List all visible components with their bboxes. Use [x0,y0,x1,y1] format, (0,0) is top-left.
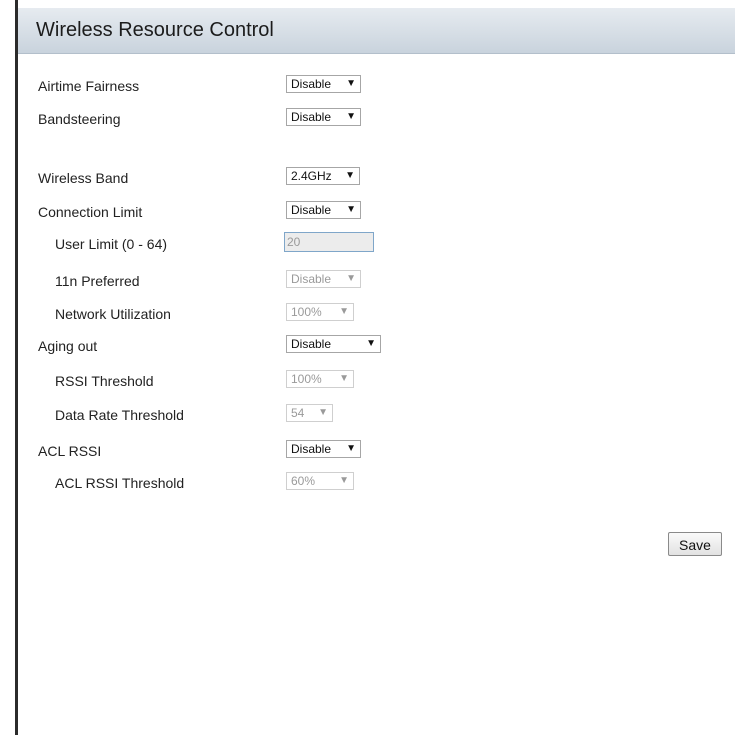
rssi-threshold-value: 100% [291,372,322,386]
chevron-down-icon: ▼ [339,373,349,384]
chevron-down-icon: ▼ [339,475,349,486]
aging-out-label: Aging out [38,338,98,354]
acl-rssi-label: ACL RSSI [38,443,102,459]
user-limit-label: User Limit (0 - 64) [55,236,168,252]
wireless-band-select[interactable]: 2.4GHz ▼ [286,167,360,185]
chevron-down-icon: ▼ [346,443,356,454]
row-network-utilization: Network Utilization 100% ▼ [18,303,735,325]
page-frame: Wireless Resource Control Airtime Fairne… [0,0,735,735]
bandsteering-select[interactable]: Disable ▼ [286,108,361,126]
11n-preferred-label: 11n Preferred [55,273,140,289]
row-rssi-threshold: RSSI Threshold 100% ▼ [18,370,735,392]
panel-header: Wireless Resource Control [18,8,735,54]
rssi-threshold-select[interactable]: 100% ▼ [286,370,354,388]
network-utilization-select[interactable]: 100% ▼ [286,303,354,321]
network-utilization-value: 100% [291,305,322,319]
chevron-down-icon: ▼ [339,306,349,317]
airtime-fairness-label: Airtime Fairness [38,78,140,94]
chevron-down-icon: ▼ [345,170,355,181]
wireless-resource-control-panel: Wireless Resource Control Airtime Fairne… [18,8,735,735]
bandsteering-value: Disable [291,110,332,124]
save-button[interactable]: Save [668,532,722,556]
connection-limit-value: Disable [291,203,332,217]
bandsteering-label: Bandsteering [38,111,121,127]
acl-rssi-threshold-select[interactable]: 60% ▼ [286,472,354,490]
airtime-fairness-value: Disable [291,77,332,91]
acl-rssi-threshold-value: 60% [291,474,316,488]
rssi-threshold-label: RSSI Threshold [55,373,154,389]
airtime-fairness-select[interactable]: Disable ▼ [286,75,361,93]
aging-out-select[interactable]: Disable ▼ [286,335,381,353]
row-airtime-fairness: Airtime Fairness Disable ▼ [18,75,735,97]
connection-limit-select[interactable]: Disable ▼ [286,201,361,219]
acl-rssi-threshold-label: ACL RSSI Threshold [55,475,185,491]
data-rate-threshold-label: Data Rate Threshold [55,407,184,423]
row-user-limit: User Limit (0 - 64) [18,232,735,254]
aging-out-value: Disable [291,337,332,351]
user-limit-input[interactable] [284,232,374,252]
page-title: Wireless Resource Control [36,19,274,41]
data-rate-threshold-value: 54 [291,406,305,420]
row-wireless-band: Wireless Band 2.4GHz ▼ [18,167,735,189]
wireless-band-label: Wireless Band [38,170,129,186]
data-rate-threshold-select[interactable]: 54 ▼ [286,404,333,422]
connection-limit-label: Connection Limit [38,204,143,220]
row-acl-rssi-threshold: ACL RSSI Threshold 60% ▼ [18,472,735,494]
11n-preferred-select[interactable]: Disable ▼ [286,270,361,288]
11n-preferred-value: Disable [291,272,332,286]
row-bandsteering: Bandsteering Disable ▼ [18,108,735,130]
chevron-down-icon: ▼ [346,78,356,89]
chevron-down-icon: ▼ [346,111,356,122]
wireless-band-value: 2.4GHz [291,169,332,183]
row-data-rate-threshold: Data Rate Threshold 54 ▼ [18,404,735,426]
row-connection-limit: Connection Limit Disable ▼ [18,201,735,223]
acl-rssi-select[interactable]: Disable ▼ [286,440,361,458]
chevron-down-icon: ▼ [366,338,376,349]
row-aging-out: Aging out Disable ▼ [18,335,735,357]
acl-rssi-value: Disable [291,442,332,456]
chevron-down-icon: ▼ [346,204,356,215]
row-acl-rssi: ACL RSSI Disable ▼ [18,440,735,462]
network-utilization-label: Network Utilization [55,306,171,322]
chevron-down-icon: ▼ [346,273,356,284]
row-11n-preferred: 11n Preferred Disable ▼ [18,270,735,292]
chevron-down-icon: ▼ [318,407,328,418]
